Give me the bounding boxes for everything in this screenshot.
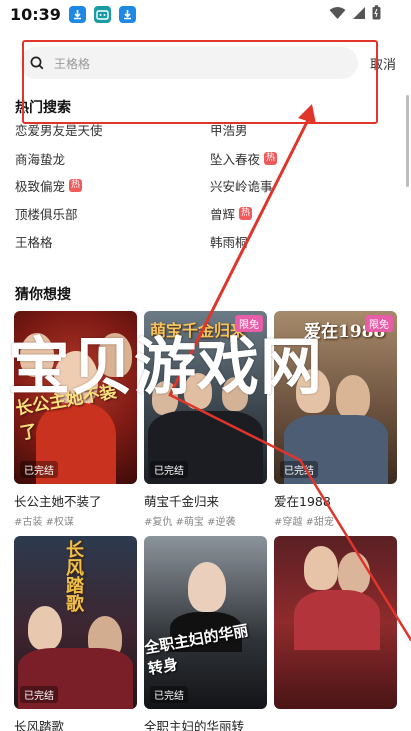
card-tags: #复仇 #萌宝 #逆袭 [144,517,236,528]
poster-figure [304,546,338,590]
hot-search-label: 王格格 [15,235,53,250]
status-bar: 10:39 [0,0,411,28]
drama-card[interactable]: 全职主妇的华丽转身 已完结 全职主妇的华丽转 [144,536,267,731]
poster-image: 长风踏歌 已完结 [14,536,137,709]
guess-title: 猜你想搜 [15,287,71,303]
hot-search-item[interactable]: 韩雨桐 [210,232,248,251]
wifi-icon [329,6,346,19]
hot-search-label: 曾辉 [210,207,236,222]
hot-search-label: 商海蛰龙 [15,152,66,167]
poster-figure [28,606,62,650]
app-notification-icon [93,5,111,23]
status-badge: 已完结 [150,461,188,478]
hot-badge: 热 [69,179,83,192]
hot-search-item[interactable]: 甲浩男 [210,122,248,139]
hot-search-item[interactable]: 商海蛰龙 [15,149,65,168]
hot-search-label: 甲浩男 [210,123,248,138]
battery-icon [372,5,381,20]
poster-clothes [294,590,380,650]
card-title: 长公主她不装了 [14,494,102,509]
poster-caption: 全职主妇的华丽转身 [144,621,250,679]
card-title: 萌宝千金归来 [144,494,220,509]
hot-search-item[interactable]: 王格格 [15,232,53,251]
card-title: 爱在1988 [274,494,331,509]
card-tags: #穿越 #甜宠 [274,517,334,528]
hot-search-list: 恋爱男友是天使 商海蛰龙 极致偏宠 热 顶楼俱乐部 王格格 甲浩男 坠入春夜 热… [15,122,395,257]
hot-search-item[interactable]: 坠入春夜 热 [210,149,278,168]
hot-search-item[interactable]: 兴安岭诡事 [210,176,273,195]
hot-search-label: 兴安岭诡事 [210,179,273,194]
poster-figure [338,552,370,594]
scrollbar[interactable] [406,95,409,187]
hot-search-label: 韩雨桐 [210,235,248,250]
free-badge: 限免 [365,315,393,332]
hot-search-item[interactable]: 极致偏宠 热 [15,176,83,195]
drama-card[interactable] [274,536,397,709]
poster-figure [188,562,226,612]
hot-badge: 热 [239,207,253,220]
card-title: 长风踏歌 [14,719,65,731]
status-time: 10:39 [10,4,61,24]
poster-image: 全职主妇的华丽转身 已完结 [144,536,267,709]
status-badge: 已完结 [150,686,188,703]
card-title: 全职主妇的华丽转 [144,719,245,731]
hot-search-item[interactable]: 顶楼俱乐部 [15,204,78,223]
card-tags: #古装 #权谋 [14,517,74,528]
annotation-highlight-box [22,40,378,124]
hot-search-item[interactable]: 曾辉 热 [210,204,253,223]
hot-search-label: 恋爱男友是天使 [15,123,103,138]
download-icon [68,5,86,23]
poster-image [274,536,397,709]
status-badge: 已完结 [20,686,58,703]
hot-search-item[interactable]: 恋爱男友是天使 [15,122,103,139]
status-badge: 已完结 [280,461,318,478]
hot-search-label: 坠入春夜 [210,152,261,167]
hot-badge: 热 [264,152,278,165]
download-icon [118,5,136,23]
status-badge: 已完结 [20,461,58,478]
drama-card[interactable]: 长风踏歌 已完结 长风踏歌 [14,536,137,731]
hot-search-label: 顶楼俱乐部 [15,207,78,222]
hot-search-label: 极致偏宠 [15,179,66,194]
poster-caption: 长风踏歌 [63,540,84,612]
watermark: 宝贝游戏网 [8,330,324,403]
signal-icon [353,6,365,19]
